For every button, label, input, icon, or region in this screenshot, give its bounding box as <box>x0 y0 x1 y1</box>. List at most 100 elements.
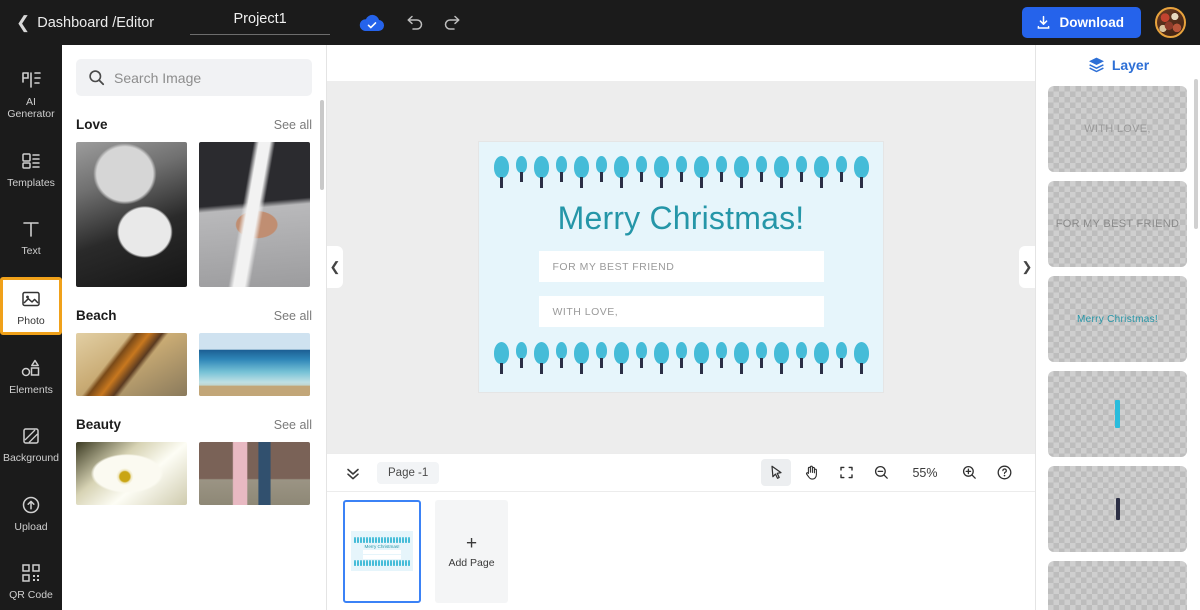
photo-thumb-ocean-shore[interactable] <box>199 333 310 396</box>
layer-item-tree-trunk[interactable] <box>1048 466 1187 552</box>
avatar[interactable] <box>1155 7 1186 38</box>
see-all-beach[interactable]: See all <box>274 309 312 323</box>
tree-shape[interactable] <box>552 342 570 374</box>
layer-panel-scrollbar[interactable] <box>1194 79 1198 229</box>
see-all-beauty[interactable]: See all <box>274 418 312 432</box>
layer-item-background[interactable] <box>1048 561 1187 610</box>
search-input[interactable] <box>114 69 300 86</box>
tree-shape[interactable] <box>592 156 610 188</box>
tree-shape[interactable] <box>712 156 730 188</box>
tree-shape[interactable] <box>752 342 770 374</box>
layer-item-merry-christmas[interactable]: Merry Christmas! <box>1048 276 1187 362</box>
collapse-left-panel-handle[interactable]: ❮ <box>327 246 343 288</box>
card-field-with-love[interactable]: WITH LOVE, <box>538 296 824 327</box>
photo-thumb-holding-hands[interactable] <box>199 142 310 287</box>
sidebar-item-upload[interactable]: Upload <box>0 484 62 540</box>
tree-shape[interactable] <box>572 342 590 374</box>
photo-thumb-white-flower[interactable] <box>76 442 187 505</box>
tree-shape[interactable] <box>492 156 510 188</box>
fit-screen-tool-button[interactable] <box>831 459 861 486</box>
layer-item-tree-crown[interactable] <box>1048 371 1187 457</box>
tree-shape[interactable] <box>732 342 750 374</box>
tree-shape[interactable] <box>692 342 710 374</box>
pan-tool-button[interactable] <box>796 459 826 486</box>
cloud-check-icon[interactable] <box>358 13 386 33</box>
mini-tree-shape <box>393 536 395 543</box>
sidebar-item-templates[interactable]: Templates <box>0 140 62 196</box>
sidebar-item-ai-generator[interactable]: AI Generator <box>0 59 62 128</box>
tree-shape[interactable] <box>692 156 710 188</box>
card-field-for-my-best-friend[interactable]: FOR MY BEST FRIEND <box>538 251 824 282</box>
layer-panel-title: Layer <box>1111 56 1150 73</box>
tree-shape[interactable] <box>632 156 650 188</box>
tree-shape[interactable] <box>532 156 550 188</box>
photo-thumb-couple-suitcases[interactable] <box>199 442 310 505</box>
redo-icon[interactable] <box>442 12 464 34</box>
page-chip[interactable]: Page -1 <box>377 461 440 484</box>
tree-shape[interactable] <box>612 342 630 374</box>
photo-thumb-elderly-couple[interactable] <box>76 142 187 287</box>
sidebar-item-background[interactable]: Background <box>0 415 62 471</box>
tree-shape[interactable] <box>492 342 510 374</box>
undo-icon[interactable] <box>403 12 425 34</box>
double-chevron-down-icon[interactable] <box>343 464 363 482</box>
layer-panel-header[interactable]: Layer <box>1048 55 1188 74</box>
project-name-value: Project1 <box>233 11 287 27</box>
zoom-out-tool-button[interactable] <box>866 459 896 486</box>
tree-shape[interactable] <box>552 156 570 188</box>
canvas-area[interactable]: ❮ Merry Christmas! FOR MY BEST FRIEND WI… <box>327 81 1035 453</box>
tree-shape[interactable] <box>592 342 610 374</box>
tree-shape[interactable] <box>652 342 670 374</box>
tree-shape[interactable] <box>572 156 590 188</box>
tree-shape[interactable] <box>852 342 870 374</box>
see-all-love[interactable]: See all <box>274 118 312 132</box>
tree-shape[interactable] <box>732 156 750 188</box>
panel-scrollbar[interactable] <box>320 100 324 190</box>
tree-crown <box>755 342 767 359</box>
add-page-button[interactable]: + Add Page <box>435 499 508 603</box>
tree-shape[interactable] <box>792 342 810 374</box>
zoom-in-tool-button[interactable] <box>954 459 984 486</box>
collapse-right-panel-handle[interactable]: ❯ <box>1019 246 1035 288</box>
sidebar-item-elements[interactable]: Elements <box>0 347 62 403</box>
tree-shape[interactable] <box>852 156 870 188</box>
tree-shape[interactable] <box>652 156 670 188</box>
tree-shape[interactable] <box>812 156 830 188</box>
design-card[interactable]: Merry Christmas! FOR MY BEST FRIEND WITH… <box>479 142 883 392</box>
tree-shape[interactable] <box>752 156 770 188</box>
category-title-beach: Beach <box>76 308 117 323</box>
tree-shape[interactable] <box>812 342 830 374</box>
select-tool-button[interactable] <box>761 459 791 486</box>
tree-shape[interactable] <box>672 156 690 188</box>
tree-trunk <box>559 172 563 182</box>
search-input-wrapper[interactable] <box>76 59 312 96</box>
back-to-dashboard-link[interactable]: ❮ Dashboard /Editor <box>16 14 154 31</box>
tree-shape[interactable] <box>672 342 690 374</box>
tree-shape[interactable] <box>792 156 810 188</box>
sidebar-item-text[interactable]: Text <box>0 208 62 264</box>
project-name-field[interactable]: Project1 <box>190 10 331 35</box>
tree-shape[interactable] <box>512 342 530 374</box>
mini-tree-shape <box>360 559 362 566</box>
layer-item-with-love[interactable]: WITH LOVE, <box>1048 86 1187 172</box>
tree-shape[interactable] <box>712 342 730 374</box>
layer-item-for-my-best-friend[interactable]: FOR MY BEST FRIEND <box>1048 181 1187 267</box>
tree-shape[interactable] <box>772 156 790 188</box>
tree-shape[interactable] <box>832 342 850 374</box>
help-circle-icon[interactable] <box>989 459 1019 486</box>
card-title[interactable]: Merry Christmas! <box>558 200 805 237</box>
zoom-level-value[interactable]: 55% <box>901 466 949 480</box>
mini-tree-shape <box>381 536 383 543</box>
tree-shape[interactable] <box>512 156 530 188</box>
tree-shape[interactable] <box>632 342 650 374</box>
sidebar-item-photo[interactable]: Photo <box>0 276 62 335</box>
mini-tree-shape <box>354 536 356 543</box>
download-button[interactable]: Download <box>1021 7 1141 38</box>
tree-shape[interactable] <box>612 156 630 188</box>
tree-shape[interactable] <box>772 342 790 374</box>
tree-shape[interactable] <box>532 342 550 374</box>
tree-shape[interactable] <box>832 156 850 188</box>
sidebar-item-qr-code[interactable]: QR Code <box>0 552 62 608</box>
photo-thumb-driftwood-sand[interactable] <box>76 333 187 396</box>
page-thumbnail-1[interactable]: Merry Christmas! <box>343 499 421 603</box>
